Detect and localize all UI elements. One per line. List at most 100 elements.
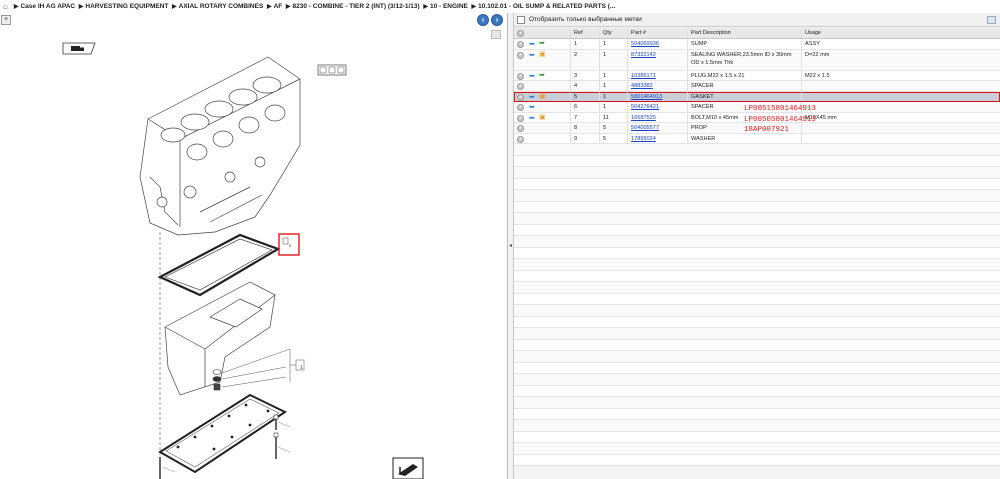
- part-number-cell: 16587525: [628, 112, 688, 122]
- add-to-cart-icon[interactable]: +: [517, 104, 524, 111]
- link-arrow-icon[interactable]: ➥: [529, 115, 537, 122]
- header-qty[interactable]: Qty: [600, 28, 628, 38]
- header-description[interactable]: Part Description: [688, 28, 802, 38]
- part-number-link[interactable]: 10385171: [631, 73, 656, 79]
- breadcrumb-item[interactable]: 10 - ENGINE: [430, 3, 468, 10]
- engine-block-drawing: [139, 56, 347, 236]
- empty-row: [514, 144, 1000, 156]
- callout-leaders: [221, 348, 305, 388]
- breadcrumb-item[interactable]: HARVESTING EQUIPMENT: [85, 3, 168, 10]
- usage-cell: M22 x 1.5: [805, 72, 830, 79]
- box-icon[interactable]: ▣: [539, 114, 547, 122]
- usage-cell: [802, 81, 1000, 91]
- spacer-frame-drawing[interactable]: [158, 393, 288, 474]
- table-row[interactable]: + ➥ ➦ 1 1 504069936 SUMP ASSY: [514, 39, 1000, 50]
- row-icons: + ➥ ▣: [514, 49, 571, 70]
- add-to-cart-icon[interactable]: +: [517, 114, 524, 122]
- part-number-link[interactable]: 87332142: [631, 52, 656, 58]
- part-number-link[interactable]: 5801464913: [631, 94, 662, 100]
- breadcrumb-item[interactable]: 10.102.01 - OIL SUMP & RELATED PARTS (..…: [478, 3, 615, 10]
- gasket-tag-icon: 5: [282, 237, 292, 248]
- truck-icon[interactable]: [62, 42, 96, 55]
- empty-row: [514, 270, 1000, 282]
- row-icons: + ➥ ➦: [514, 39, 571, 49]
- empty-row: [514, 408, 1000, 420]
- export-icon[interactable]: [392, 457, 424, 479]
- header-usage[interactable]: Usage: [802, 28, 1000, 38]
- table-row[interactable]: + ➥ ▣ 2 1 87332142 SEALING WASHER,23.5mm ID x …: [514, 49, 1000, 71]
- link-arrow-icon[interactable]: ➥: [529, 52, 537, 59]
- ref-cell: 3: [571, 70, 600, 80]
- table-row[interactable]: +9 5 17895024 WASHER: [514, 133, 1000, 144]
- description-cell: SUMP: [688, 39, 802, 49]
- ref-cell: 6: [571, 102, 600, 112]
- header-icons: +: [514, 28, 571, 38]
- breadcrumb-item[interactable]: AF: [274, 3, 283, 10]
- show-selected-label[interactable]: Отобразить только выбранные метки: [529, 16, 642, 23]
- zoom-button[interactable]: +: [1, 15, 11, 25]
- empty-row: [514, 351, 1000, 363]
- link-arrow-icon[interactable]: ➥: [529, 41, 537, 48]
- part-number-link[interactable]: 17895024: [631, 136, 656, 142]
- grid-options-button[interactable]: [987, 16, 996, 24]
- add-to-cart-icon[interactable]: +: [517, 83, 524, 90]
- exploded-parts-drawing[interactable]: 5 1: [0, 27, 507, 479]
- description-cell: SEALING WASHER,23.5mm ID x 30mm OD x 1.5…: [688, 49, 802, 70]
- expand-all-icon[interactable]: +: [517, 30, 524, 37]
- box-icon[interactable]: ▣: [539, 93, 547, 101]
- table-row[interactable]: + ➥ ➦ 3 1 10385171 PLUG,M22 x 1.5 x 21 M22 x 1.…: [514, 70, 1000, 81]
- add-to-cart-icon[interactable]: +: [517, 41, 524, 48]
- part-number-link[interactable]: 4883382: [631, 83, 653, 89]
- recycle-icon[interactable]: ➦: [539, 72, 547, 80]
- previous-button[interactable]: ‹: [477, 14, 489, 26]
- overlay-code-2: LP00505801464913: [744, 116, 817, 124]
- filter-bar: Отобразить только выбранные метки: [514, 13, 1000, 27]
- table-row[interactable]: + ➥ ▣ 5 1 5801464913 GASKET: [514, 91, 1000, 102]
- gasket-drawing[interactable]: [157, 233, 281, 297]
- add-to-cart-icon[interactable]: +: [517, 125, 524, 132]
- usage-cell: [802, 102, 1000, 112]
- breadcrumb-item[interactable]: AXIAL ROTARY COMBINES: [179, 3, 264, 10]
- empty-row: [514, 293, 1000, 305]
- table-row[interactable]: +4 1 4883382 SPACER: [514, 81, 1000, 92]
- ref-cell: 4: [571, 81, 600, 91]
- part-number-link[interactable]: 16587525: [631, 115, 656, 121]
- part-number-link[interactable]: 504005577: [631, 125, 659, 131]
- empty-row: [514, 224, 1000, 236]
- add-to-cart-icon[interactable]: +: [517, 51, 524, 59]
- overlay-code-1: LP00515801464913: [744, 105, 817, 113]
- overlay-code-3: 18AP007921: [744, 126, 790, 134]
- header-ref[interactable]: Ref: [571, 28, 600, 38]
- usage-cell: ASSY: [805, 41, 820, 47]
- table-header: + Ref Qty Part # Part Description Usage: [514, 28, 1000, 39]
- part-number-link[interactable]: 504069936: [631, 41, 659, 47]
- add-to-cart-icon[interactable]: +: [517, 72, 524, 80]
- parts-table: + Ref Qty Part # Part Description Usage …: [514, 28, 1000, 466]
- row-icons: + ➥ ➦: [514, 70, 571, 80]
- part-number-cell: 87332142: [628, 49, 688, 70]
- breadcrumb-item[interactable]: 8230 - COMBINE - TIER 2 (INT) (3/12-1/13…: [293, 3, 420, 10]
- part-number-link[interactable]: 504276421: [631, 104, 659, 110]
- parts-list-pane: Отобразить только выбранные метки + Ref …: [514, 13, 1000, 479]
- link-arrow-icon[interactable]: ➥: [529, 94, 537, 101]
- empty-row: [514, 374, 1000, 386]
- empty-row: [514, 362, 1000, 374]
- add-to-cart-icon[interactable]: +: [517, 93, 524, 101]
- link-arrow-icon[interactable]: ➥: [529, 104, 537, 111]
- empty-row: [514, 247, 1000, 259]
- breadcrumb-item[interactable]: Case IH AG APAC: [20, 3, 75, 10]
- recycle-icon[interactable]: ➦: [539, 40, 547, 48]
- empty-row: [514, 155, 1000, 167]
- row-icons: +: [514, 123, 571, 133]
- header-part-number[interactable]: Part #: [628, 28, 688, 38]
- collapse-arrow-icon[interactable]: ◂: [509, 241, 513, 251]
- next-button[interactable]: ›: [491, 14, 503, 26]
- link-arrow-icon[interactable]: ➥: [529, 73, 537, 80]
- part-number-cell: 5801464913: [628, 91, 688, 101]
- show-selected-checkbox[interactable]: [517, 15, 525, 24]
- box-icon[interactable]: ▣: [539, 51, 547, 59]
- qty-cell: 1: [600, 102, 628, 112]
- home-icon[interactable]: ⌂: [3, 2, 8, 11]
- empty-row: [514, 167, 1000, 179]
- add-to-cart-icon[interactable]: +: [517, 135, 524, 143]
